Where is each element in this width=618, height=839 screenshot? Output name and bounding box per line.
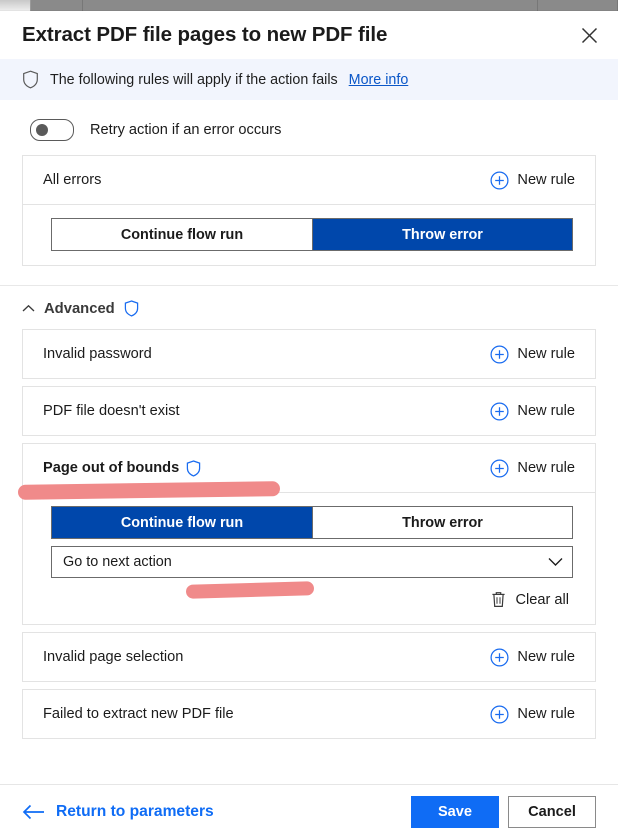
- cancel-button[interactable]: Cancel: [508, 796, 596, 828]
- info-banner: The following rules will apply if the ac…: [0, 59, 618, 100]
- background-tab: [0, 0, 31, 11]
- rule-card-pdf-file-doesnt-exist: PDF file doesn't exist New rule: [22, 386, 596, 436]
- all-errors-title: All errors: [43, 172, 102, 188]
- new-rule-button[interactable]: New rule: [484, 644, 581, 671]
- segment-continue-flow-run[interactable]: Continue flow run: [52, 219, 312, 250]
- rule-title: PDF file doesn't exist: [43, 403, 180, 419]
- rule-header: Invalid page selection New rule: [23, 633, 595, 681]
- retry-action-toggle[interactable]: [30, 119, 74, 141]
- rule-content: Continue flow run Throw error Go to next…: [23, 493, 595, 624]
- new-rule-label: New rule: [517, 649, 575, 665]
- all-errors-content: Continue flow run Throw error: [23, 205, 595, 265]
- new-rule-button[interactable]: New rule: [484, 455, 581, 482]
- arrow-left-icon: [22, 804, 46, 820]
- new-rule-label: New rule: [517, 460, 575, 476]
- rule-card-failed-to-extract-new-pdf-file: Failed to extract new PDF file New rule: [22, 689, 596, 739]
- return-to-parameters-button[interactable]: Return to parameters: [22, 803, 214, 821]
- new-rule-label: New rule: [517, 706, 575, 722]
- rule-header: Failed to extract new PDF file New rule: [23, 690, 595, 738]
- new-rule-label: New rule: [517, 346, 575, 362]
- more-info-link[interactable]: More info: [349, 72, 409, 88]
- plus-circle-icon: [490, 704, 509, 724]
- save-button[interactable]: Save: [411, 796, 499, 828]
- new-rule-button[interactable]: New rule: [484, 701, 581, 728]
- segment-throw-error[interactable]: Throw error: [312, 507, 572, 538]
- shield-icon: [22, 70, 39, 89]
- rule-header: Page out of bounds New rule: [23, 444, 595, 492]
- background-app-strip: [0, 0, 618, 11]
- dialog-footer: Return to parameters Save Cancel: [0, 784, 618, 839]
- rule-title: Failed to extract new PDF file: [43, 706, 234, 722]
- rule-card-invalid-password: Invalid password New rule: [22, 329, 596, 379]
- segment-continue-flow-run[interactable]: Continue flow run: [52, 507, 312, 538]
- page-title: Extract PDF file pages to new PDF file: [22, 23, 388, 46]
- rule-card-page-out-of-bounds: Page out of bounds New rule Continue flo…: [22, 443, 596, 625]
- rule-header: Invalid password New rule: [23, 330, 595, 378]
- rule-title: Invalid password: [43, 346, 152, 362]
- all-errors-card: All errors New rule Continue flow run Th…: [22, 155, 596, 266]
- plus-circle-icon: [490, 344, 509, 364]
- toggle-knob: [36, 124, 48, 136]
- all-errors-header: All errors New rule: [23, 156, 595, 204]
- retry-action-row: Retry action if an error occurs: [0, 100, 618, 155]
- plus-circle-icon: [490, 647, 509, 667]
- close-icon[interactable]: [570, 16, 608, 54]
- dropdown-value: Go to next action: [63, 554, 172, 570]
- background-tab: [30, 0, 83, 11]
- clear-all-row: Clear all: [51, 578, 573, 610]
- rule-title: Invalid page selection: [43, 649, 184, 665]
- clear-all-button[interactable]: Clear all: [487, 589, 573, 610]
- retry-action-label: Retry action if an error occurs: [90, 122, 282, 138]
- plus-circle-icon: [490, 170, 509, 190]
- dialog-titlebar: Extract PDF file pages to new PDF file: [0, 11, 618, 59]
- chevron-up-icon: [22, 304, 35, 313]
- background-toolbar: [82, 0, 539, 11]
- next-action-dropdown[interactable]: Go to next action: [51, 546, 573, 578]
- rule-card-invalid-page-selection: Invalid page selection New rule: [22, 632, 596, 682]
- new-rule-label: New rule: [517, 172, 575, 188]
- advanced-label: Advanced: [44, 300, 115, 317]
- return-to-parameters-label: Return to parameters: [56, 803, 214, 820]
- clear-all-label: Clear all: [515, 591, 569, 608]
- rule-title: Page out of bounds: [43, 460, 180, 476]
- shield-icon: [186, 459, 201, 477]
- plus-circle-icon: [490, 458, 509, 478]
- error-rules-dialog: Extract PDF file pages to new PDF file T…: [0, 11, 618, 839]
- new-rule-label: New rule: [517, 403, 575, 419]
- background-toolbar: [538, 0, 618, 11]
- dialog-body: Retry action if an error occurs All erro…: [0, 100, 618, 784]
- segment-throw-error[interactable]: Throw error: [312, 219, 572, 250]
- new-rule-button[interactable]: New rule: [484, 167, 581, 194]
- new-rule-button[interactable]: New rule: [484, 398, 581, 425]
- banner-text: The following rules will apply if the ac…: [50, 71, 338, 88]
- page-out-of-bounds-segmented-control: Continue flow run Throw error: [51, 506, 573, 539]
- chevron-down-icon: [548, 557, 563, 567]
- advanced-section-header[interactable]: Advanced: [0, 286, 618, 329]
- plus-circle-icon: [490, 401, 509, 421]
- new-rule-button[interactable]: New rule: [484, 341, 581, 368]
- shield-icon: [124, 300, 139, 317]
- all-errors-segmented-control: Continue flow run Throw error: [51, 218, 573, 251]
- trash-icon: [491, 591, 506, 608]
- rule-header: PDF file doesn't exist New rule: [23, 387, 595, 435]
